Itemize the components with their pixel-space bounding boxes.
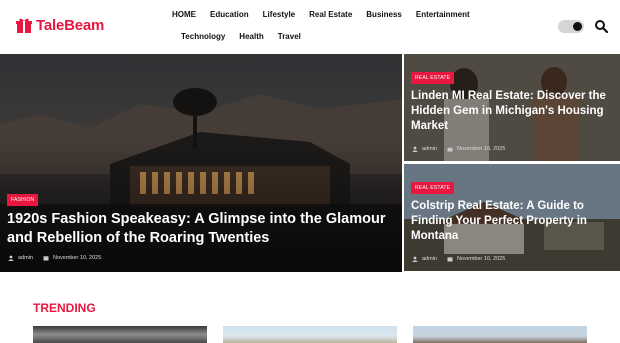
- nav-item-lifestyle[interactable]: Lifestyle: [263, 10, 295, 19]
- side-post-1-title[interactable]: Linden MI Real Estate: Discover the Hidd…: [411, 89, 616, 134]
- side-post-card-1[interactable]: REAL ESTATE Linden MI Real Estate: Disco…: [404, 54, 620, 161]
- side-post-2-date: November 10, 2025: [456, 256, 506, 262]
- site-header: TaleBeam HOME Education Lifestyle Real E…: [0, 0, 620, 54]
- search-icon[interactable]: [594, 19, 608, 33]
- trending-thumb-1[interactable]: [33, 326, 207, 343]
- nav-item-business[interactable]: Business: [366, 10, 402, 19]
- nav-item-entertainment[interactable]: Entertainment: [416, 10, 470, 19]
- hero-author[interactable]: admin: [18, 255, 33, 261]
- hero-date: November 10, 2025: [52, 255, 102, 261]
- site-logo[interactable]: TaleBeam: [15, 16, 104, 34]
- side-post-2-title[interactable]: Colstrip Real Estate: A Guide to Finding…: [411, 199, 616, 244]
- user-icon: [412, 256, 418, 262]
- hero-category-badge[interactable]: FASHION: [7, 194, 39, 206]
- nav-item-real-estate[interactable]: Real Estate: [309, 10, 352, 19]
- trending-thumb-2[interactable]: [223, 326, 397, 343]
- side-post-2-meta: admin November 10, 2025: [412, 256, 505, 262]
- user-icon: [8, 255, 14, 261]
- trending-thumb-3[interactable]: [413, 326, 587, 343]
- nav-item-education[interactable]: Education: [210, 10, 249, 19]
- main-nav-row-2: Technology Health Travel: [181, 32, 315, 41]
- toggle-knob: [573, 22, 582, 31]
- side-post-1-category[interactable]: REAL ESTATE: [411, 72, 455, 84]
- side-post-1-author[interactable]: admin: [422, 146, 437, 152]
- side-post-2-author[interactable]: admin: [422, 256, 437, 262]
- hero-meta: admin November 10, 2025: [8, 255, 101, 261]
- trending-heading: TRENDING: [33, 301, 96, 315]
- nav-item-health[interactable]: Health: [239, 32, 263, 41]
- hero-post-card[interactable]: FASHION 1920s Fashion Speakeasy: A Glimp…: [0, 54, 402, 272]
- side-post-1-date: November 10, 2025: [456, 146, 506, 152]
- calendar-icon: [43, 256, 49, 261]
- side-post-1-meta: admin November 10, 2025: [412, 146, 505, 152]
- side-post-2-category[interactable]: REAL ESTATE: [411, 182, 455, 194]
- user-icon: [412, 146, 418, 152]
- nav-item-technology[interactable]: Technology: [181, 32, 225, 41]
- side-post-card-2[interactable]: REAL ESTATE Colstrip Real Estate: A Guid…: [404, 164, 620, 271]
- nav-item-home[interactable]: HOME: [172, 10, 196, 19]
- dark-mode-toggle[interactable]: [558, 20, 584, 33]
- gift-bag-icon: [16, 18, 32, 33]
- main-nav-row-1: HOME Education Lifestyle Real Estate Bus…: [172, 10, 484, 19]
- calendar-icon: [447, 147, 453, 152]
- brand-name: TaleBeam: [36, 16, 105, 34]
- nav-item-travel[interactable]: Travel: [278, 32, 301, 41]
- calendar-icon: [447, 257, 453, 262]
- hero-title[interactable]: 1920s Fashion Speakeasy: A Glimpse into …: [7, 210, 397, 248]
